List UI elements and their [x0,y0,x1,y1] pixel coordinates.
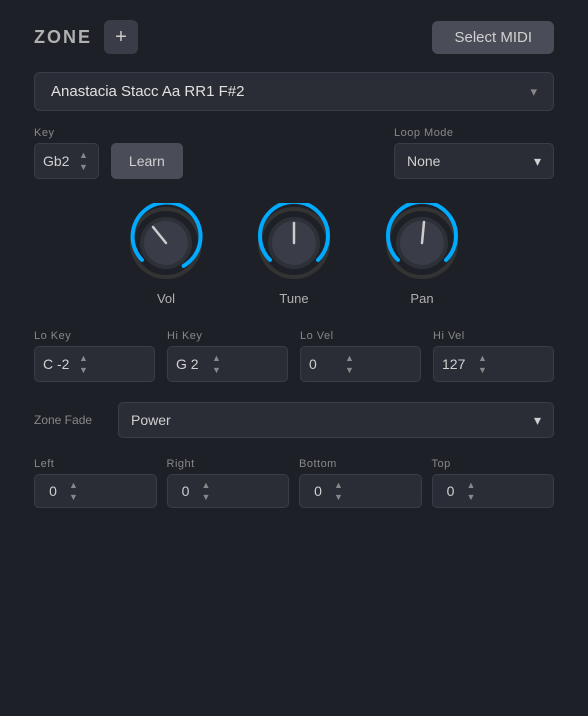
bottom-up[interactable]: ▲ [332,480,345,491]
key-loop-row: Key Gb2 ▲ ▼ Learn Loop Mode None ▾ [34,127,554,179]
knobs-row: Vol Tune [34,203,554,306]
hi-key-value: G 2 [176,356,204,372]
top-up[interactable]: ▲ [465,480,478,491]
top-arrows: ▲ ▼ [465,480,478,503]
lo-key-arrows: ▲ ▼ [77,353,90,376]
right-label: Right [167,458,290,470]
top-group: Top 0 ▲ ▼ [432,458,555,508]
key-label: Key [34,127,99,139]
instrument-dropdown[interactable]: Anastacia Stacc Aa RR1 F#2 ▾ [34,72,554,111]
hi-key-label: Hi Key [167,330,288,342]
pan-knob-label: Pan [410,291,433,306]
zone-fade-chevron-icon: ▾ [534,412,541,429]
key-down-arrow[interactable]: ▼ [77,162,90,173]
left-down[interactable]: ▼ [67,492,80,503]
pan-knob[interactable] [382,203,462,283]
zone-fade-label: Zone Fade [34,413,106,427]
lo-vel-down[interactable]: ▼ [343,365,356,376]
bottom-label: Bottom [299,458,422,470]
hi-vel-spinner[interactable]: 127 ▲ ▼ [433,346,554,382]
lo-key-label: Lo Key [34,330,155,342]
top-spinner[interactable]: 0 ▲ ▼ [432,474,555,508]
loop-mode-value: None [407,153,440,169]
zone-fade-dropdown[interactable]: Power ▾ [118,402,554,438]
lrbt-row: Left 0 ▲ ▼ Right 0 ▲ ▼ Bottom [34,458,554,508]
lo-key-spinner[interactable]: C -2 ▲ ▼ [34,346,155,382]
header-row: ZONE + Select MIDI [34,20,554,54]
right-group: Right 0 ▲ ▼ [167,458,290,508]
key-field-group: Key Gb2 ▲ ▼ [34,127,99,179]
top-label: Top [432,458,555,470]
add-zone-button[interactable]: + [104,20,138,54]
zone-label: ZONE [34,27,92,48]
left-up[interactable]: ▲ [67,480,80,491]
right-down[interactable]: ▼ [200,492,213,503]
left-arrows: ▲ ▼ [67,480,80,503]
top-down[interactable]: ▼ [465,492,478,503]
lo-vel-label: Lo Vel [300,330,421,342]
instrument-dropdown-value: Anastacia Stacc Aa RR1 F#2 [51,83,244,100]
left-value: 0 [43,483,63,499]
hi-vel-up[interactable]: ▲ [476,353,489,364]
bottom-arrows: ▲ ▼ [332,480,345,503]
lo-key-up[interactable]: ▲ [77,353,90,364]
tune-knob-group: Tune [254,203,334,306]
left-spinner[interactable]: 0 ▲ ▼ [34,474,157,508]
hi-key-arrows: ▲ ▼ [210,353,223,376]
key-spinner[interactable]: Gb2 ▲ ▼ [34,143,99,179]
lo-key-value: C -2 [43,356,71,372]
lo-vel-spinner[interactable]: 0 ▲ ▼ [300,346,421,382]
right-spinner[interactable]: 0 ▲ ▼ [167,474,290,508]
zone-fade-row: Zone Fade Power ▾ [34,402,554,438]
vol-knob-label: Vol [157,291,175,306]
vol-knob-group: Vol [126,203,206,306]
bottom-value: 0 [308,483,328,499]
lo-vel-up[interactable]: ▲ [343,353,356,364]
hi-vel-label: Hi Vel [433,330,554,342]
tune-knob[interactable] [254,203,334,283]
hi-key-group: Hi Key G 2 ▲ ▼ [167,330,288,382]
hi-vel-arrows: ▲ ▼ [476,353,489,376]
bottom-group: Bottom 0 ▲ ▼ [299,458,422,508]
learn-button[interactable]: Learn [111,143,183,179]
loop-mode-chevron-icon: ▾ [534,153,541,170]
bottom-spinner[interactable]: 0 ▲ ▼ [299,474,422,508]
keyvel-row: Lo Key C -2 ▲ ▼ Hi Key G 2 ▲ ▼ Lo Vel [34,330,554,382]
vol-knob[interactable] [126,203,206,283]
top-value: 0 [441,483,461,499]
hi-key-spinner[interactable]: G 2 ▲ ▼ [167,346,288,382]
zone-left: ZONE + [34,20,138,54]
key-value: Gb2 [43,153,71,169]
lo-key-down[interactable]: ▼ [77,365,90,376]
select-midi-button[interactable]: Select MIDI [432,21,554,54]
loop-mode-label: Loop Mode [394,127,554,139]
bottom-down[interactable]: ▼ [332,492,345,503]
instrument-dropdown-chevron-icon: ▾ [530,84,537,100]
key-up-arrow[interactable]: ▲ [77,150,90,161]
hi-vel-value: 127 [442,356,470,372]
hi-vel-down[interactable]: ▼ [476,365,489,376]
hi-vel-group: Hi Vel 127 ▲ ▼ [433,330,554,382]
lo-vel-group: Lo Vel 0 ▲ ▼ [300,330,421,382]
lo-key-group: Lo Key C -2 ▲ ▼ [34,330,155,382]
left-group: Left 0 ▲ ▼ [34,458,157,508]
pan-knob-group: Pan [382,203,462,306]
right-up[interactable]: ▲ [200,480,213,491]
right-value: 0 [176,483,196,499]
lo-vel-value: 0 [309,356,337,372]
key-arrows: ▲ ▼ [77,150,90,173]
zone-fade-value: Power [131,412,171,428]
loop-mode-dropdown[interactable]: None ▾ [394,143,554,179]
tune-knob-label: Tune [279,291,308,306]
left-label: Left [34,458,157,470]
lo-vel-arrows: ▲ ▼ [343,353,356,376]
hi-key-down[interactable]: ▼ [210,365,223,376]
hi-key-up[interactable]: ▲ [210,353,223,364]
instrument-dropdown-row: Anastacia Stacc Aa RR1 F#2 ▾ [34,72,554,111]
loop-mode-group: Loop Mode None ▾ [394,127,554,179]
right-arrows: ▲ ▼ [200,480,213,503]
